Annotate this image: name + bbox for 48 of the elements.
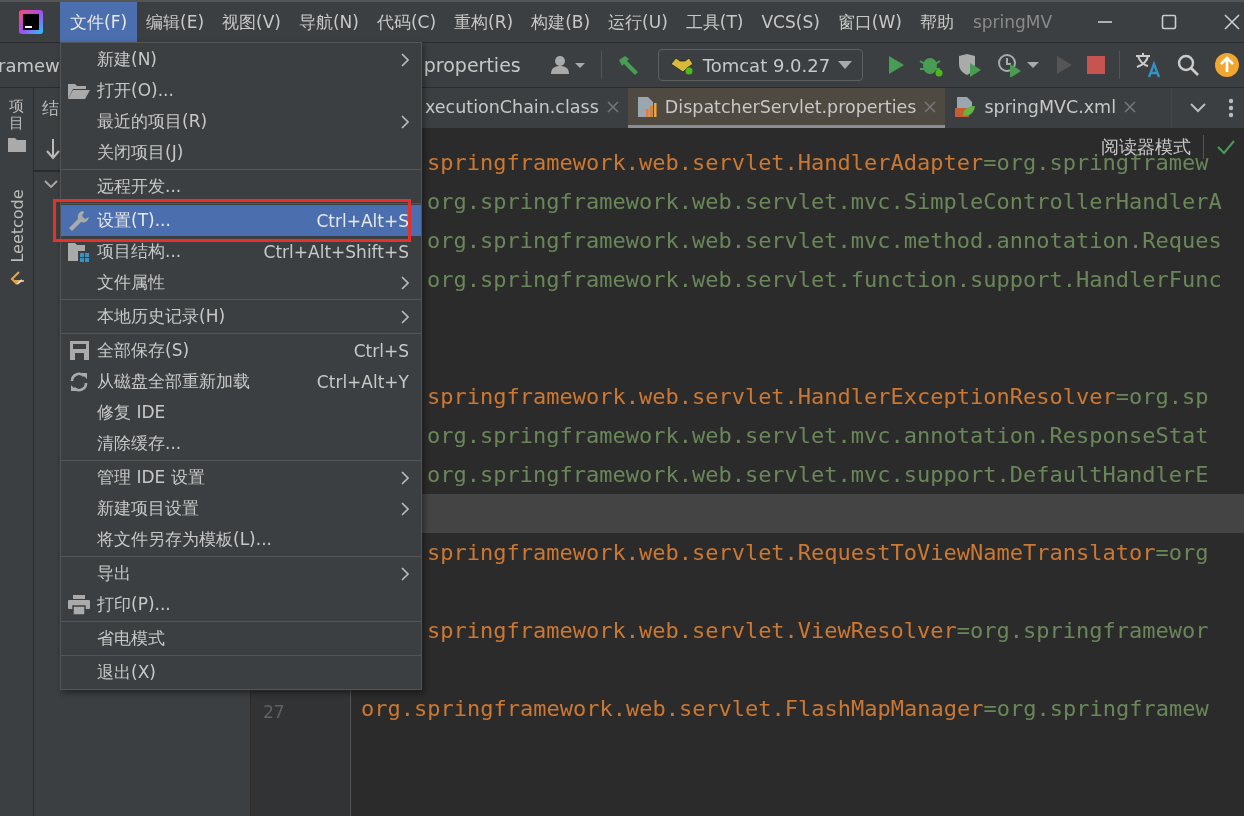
menu-item[interactable]: 省电模式 bbox=[61, 623, 421, 654]
side-tab[interactable]: Leetcode bbox=[7, 189, 26, 263]
menu-item[interactable]: 本地历史记录(H) bbox=[61, 301, 421, 332]
breadcrumb[interactable]: ramew bbox=[0, 54, 60, 76]
menu-item[interactable]: 项目结构... Ctrl+Alt+Shift+S bbox=[61, 236, 421, 267]
menu-bar-item[interactable]: 帮助 bbox=[910, 2, 963, 42]
panel-title: 结 bbox=[42, 96, 59, 120]
menu-bar-item[interactable]: 代码(C) bbox=[367, 2, 446, 42]
menu-bar-item[interactable]: 导航(N) bbox=[289, 2, 368, 42]
menu-item[interactable]: 文件属性 bbox=[61, 267, 421, 298]
menu-item[interactable]: 将文件另存为模板(L)... bbox=[61, 524, 421, 555]
menu-item[interactable]: 清除缓存... bbox=[61, 428, 421, 459]
code-line: springframework.web.servlet.RequestToViewNameTranslator=org bbox=[427, 540, 1209, 565]
run-configuration-dropdown[interactable]: Tomcat 9.0.27 bbox=[657, 49, 864, 81]
editor-tab[interactable]: springMVC.xml bbox=[945, 88, 1146, 128]
menu-item[interactable]: 管理 IDE 设置 bbox=[61, 462, 421, 493]
menu-item[interactable]: 设置(T)... Ctrl+Alt+S bbox=[61, 205, 421, 236]
menu-item[interactable]: 从磁盘全部重新加载 Ctrl+Alt+Y bbox=[61, 366, 421, 397]
window-title: springMV bbox=[972, 12, 1053, 32]
menu-item[interactable]: 退出(X) bbox=[61, 657, 421, 688]
code-line: org.springframework.web.servlet.mvc.annotation.ResponseStat bbox=[427, 423, 1209, 448]
menu-item[interactable]: 修复 IDE bbox=[61, 397, 421, 428]
menu-item[interactable]: 导出 bbox=[61, 558, 421, 589]
menu-bar-item[interactable]: 工具(T) bbox=[676, 2, 753, 42]
menu-item[interactable]: 新建项目设置 bbox=[61, 493, 421, 524]
menu-item[interactable]: 打印(P)... bbox=[61, 589, 421, 620]
breadcrumb[interactable]: properties bbox=[423, 54, 521, 76]
menu-bar-item[interactable]: VCS(S) bbox=[752, 2, 829, 42]
menu-bar-item[interactable]: 文件(F) bbox=[60, 2, 138, 42]
menu-bar-item[interactable]: 窗口(W) bbox=[828, 2, 911, 42]
code-line: org.springframework.web.servlet.mvc.support.DefaultHandlerE bbox=[427, 462, 1209, 487]
menu-bar-item[interactable]: 构建(B) bbox=[522, 2, 600, 42]
code-line: springframework.web.servlet.ViewResolver=org.springframewor bbox=[427, 618, 1209, 643]
menu-item[interactable]: 全部保存(S) Ctrl+S bbox=[61, 335, 421, 366]
menu-item[interactable]: 新建(N) bbox=[61, 44, 421, 75]
menu-bar-item[interactable]: 重构(R) bbox=[445, 2, 523, 42]
code-line: org.springframework.web.servlet.mvc.SimpleControllerHandlerA bbox=[427, 189, 1222, 214]
side-tab[interactable]: 项目 bbox=[9, 98, 24, 131]
code-line: org.springframework.web.servlet.mvc.method.annotation.Reques bbox=[427, 228, 1222, 253]
menu-bar-item[interactable]: 视图(V) bbox=[213, 2, 290, 42]
code-line: org.springframework.web.servlet.function.support.HandlerFunc bbox=[427, 267, 1222, 292]
code-line: springframework.web.servlet.HandlerExceptionResolver=org.sp bbox=[427, 384, 1209, 409]
menu-bar-item[interactable]: 编辑(E) bbox=[137, 2, 214, 42]
editor-tab[interactable]: DispatcherServlet.properties bbox=[627, 88, 946, 128]
code-line: org.springframework.web.servlet.FlashMapManager=org.springframew bbox=[361, 696, 1209, 721]
menu-bar-item[interactable]: 运行(U) bbox=[599, 2, 677, 42]
menu-item[interactable]: 关闭项目(J) bbox=[61, 137, 421, 168]
menu-item[interactable]: 远程开发... bbox=[61, 171, 421, 202]
